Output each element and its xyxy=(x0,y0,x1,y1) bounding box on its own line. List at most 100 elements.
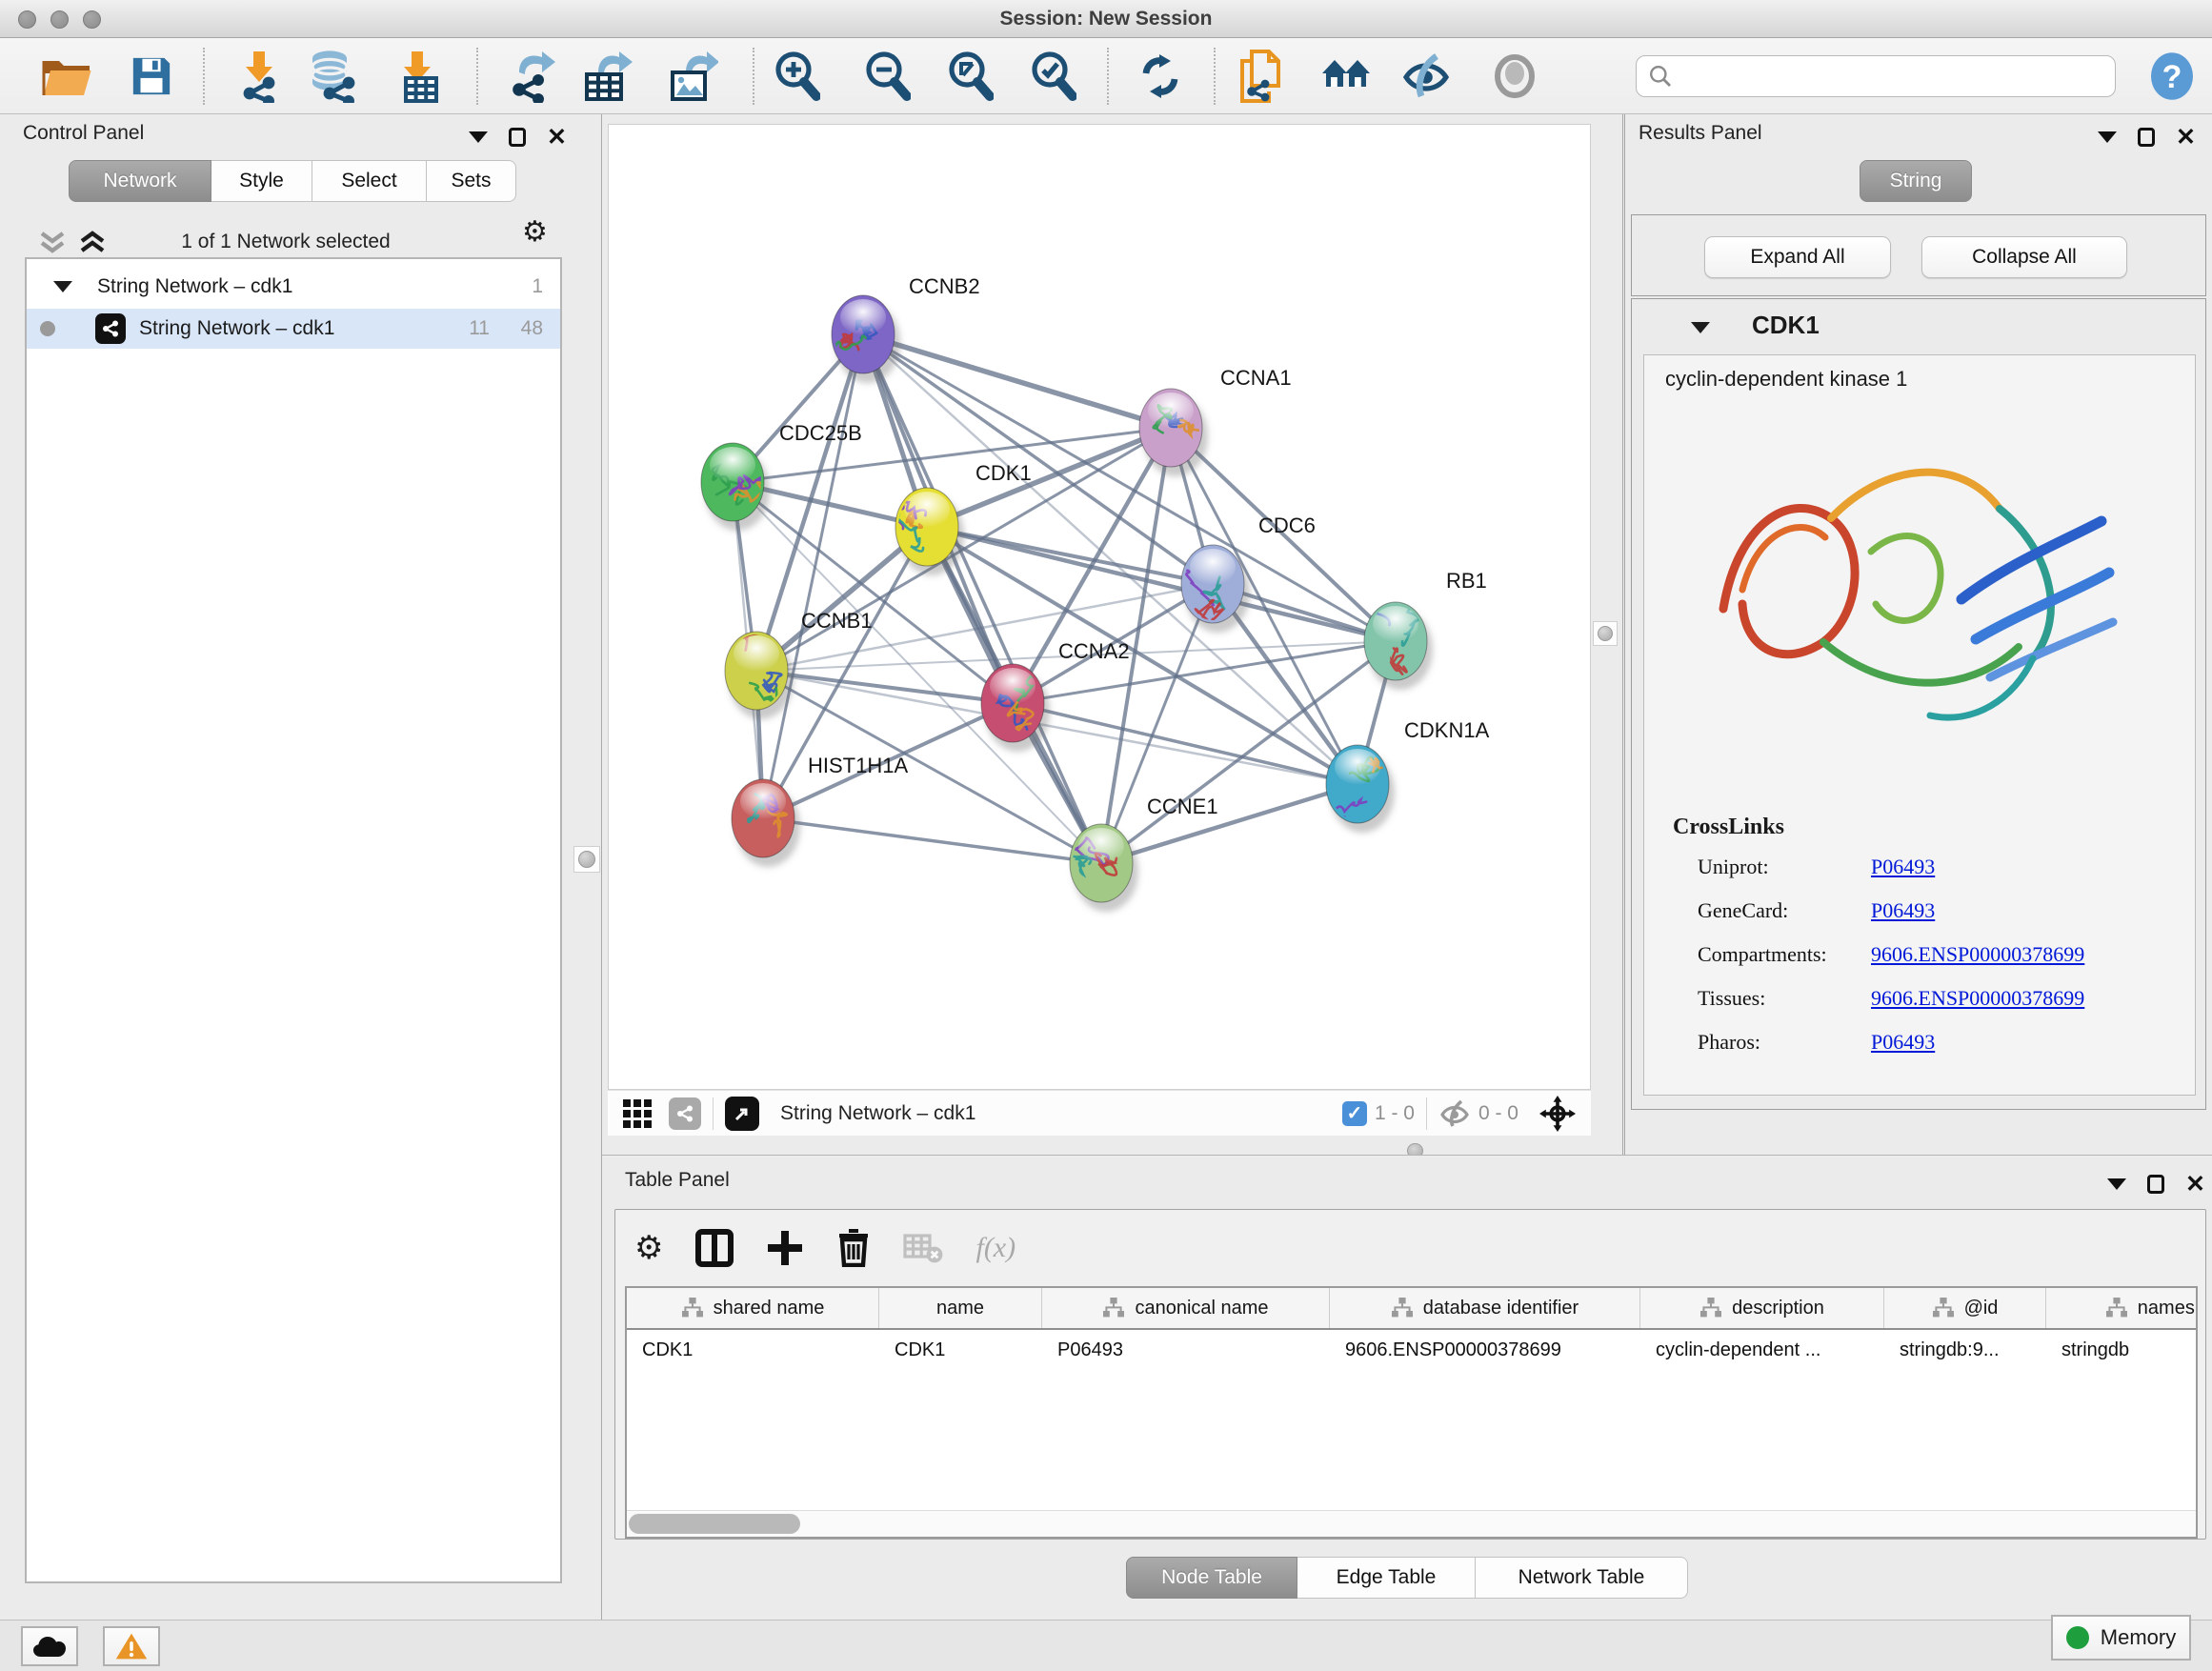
tab-network-table[interactable]: Network Table xyxy=(1476,1557,1688,1599)
open-folder-icon xyxy=(42,55,91,97)
memory-button[interactable]: Memory xyxy=(2051,1615,2191,1661)
hidden-eye-icon xyxy=(1438,1099,1471,1128)
node-ccna1[interactable]: CCNA1 xyxy=(1139,366,1292,476)
collapse-panel-icon[interactable] xyxy=(2107,1178,2126,1190)
close-panel-icon[interactable]: ✕ xyxy=(2176,128,2196,147)
cell-name[interactable]: CDK1 xyxy=(879,1330,1042,1370)
cell-namespace[interactable]: stringdb xyxy=(2046,1330,2198,1370)
zoom-in-button[interactable] xyxy=(768,48,825,105)
export-table-button[interactable] xyxy=(579,48,636,105)
tab-network[interactable]: Network xyxy=(69,160,211,202)
cell-database-identifier[interactable]: 9606.ENSP00000378699 xyxy=(1330,1330,1640,1370)
import-table-button[interactable] xyxy=(389,48,446,105)
zoom-fit-button[interactable] xyxy=(941,48,998,105)
first-neighbors-button[interactable] xyxy=(1317,48,1375,105)
panel-splitter-handle[interactable] xyxy=(1593,621,1618,646)
node-label: RB1 xyxy=(1446,569,1487,593)
network-graph[interactable]: CCNB2CCNA1CDC25BCDK1CDC6RB1CCNB1CCNA2CDK… xyxy=(609,125,1590,1089)
tab-style[interactable]: Style xyxy=(211,160,312,202)
entry-collapse-icon[interactable] xyxy=(1691,322,1710,333)
network-style-icon[interactable] xyxy=(669,1097,701,1130)
export-network-button[interactable] xyxy=(504,48,561,105)
table-row[interactable]: CDK1 CDK1 P06493 9606.ENSP00000378699 cy… xyxy=(627,1330,2196,1370)
panel-splitter-handle[interactable] xyxy=(573,846,600,873)
column-header-shared-name[interactable]: shared name xyxy=(627,1288,879,1328)
edge[interactable] xyxy=(863,334,1396,641)
column-header-description[interactable]: description xyxy=(1640,1288,1884,1328)
app-store-button[interactable] xyxy=(21,1626,78,1666)
tree-expand-icon[interactable] xyxy=(53,281,72,292)
float-panel-icon[interactable] xyxy=(2147,1175,2164,1194)
horizontal-scrollbar[interactable] xyxy=(627,1510,2196,1537)
edge[interactable] xyxy=(863,334,1171,428)
network-collection-label: String Network – cdk1 xyxy=(97,275,292,298)
edge[interactable] xyxy=(1101,784,1357,863)
collapse-panel-icon[interactable] xyxy=(469,131,488,143)
tab-select[interactable]: Select xyxy=(312,160,427,202)
export-image-button[interactable] xyxy=(665,48,722,105)
node-cdkn1a[interactable]: CDKN1A xyxy=(1326,718,1490,833)
copy-network-button[interactable] xyxy=(1232,48,1289,105)
save-session-button[interactable] xyxy=(123,48,180,105)
column-header-canonical-name[interactable]: canonical name xyxy=(1042,1288,1330,1328)
float-panel-icon[interactable] xyxy=(2138,128,2155,147)
help-button[interactable]: ? xyxy=(2143,48,2201,105)
detach-view-icon[interactable] xyxy=(725,1097,759,1131)
edge[interactable] xyxy=(756,671,1013,703)
cell-shared-name[interactable]: CDK1 xyxy=(627,1330,879,1370)
zoom-selected-button[interactable] xyxy=(1024,48,1081,105)
node-count: 11 xyxy=(469,317,490,340)
tab-node-table[interactable]: Node Table xyxy=(1126,1557,1297,1599)
tab-string[interactable]: String xyxy=(1860,160,1972,202)
grid-view-icon[interactable] xyxy=(623,1099,652,1128)
collapse-panel-icon[interactable] xyxy=(2098,131,2117,143)
collapse-all-button[interactable]: Collapse All xyxy=(1921,236,2127,278)
open-session-button[interactable] xyxy=(38,48,95,105)
hide-selected-button[interactable] xyxy=(1398,48,1455,105)
tab-sets[interactable]: Sets xyxy=(427,160,516,202)
edge[interactable] xyxy=(763,818,1101,863)
expand-all-button[interactable]: Expand All xyxy=(1704,236,1891,278)
selected-checkbox-icon[interactable]: ✓ xyxy=(1342,1101,1367,1126)
network-row[interactable]: String Network – cdk1 11 48 xyxy=(27,309,560,349)
import-network-from-database-button[interactable] xyxy=(304,48,361,105)
show-columns-icon[interactable] xyxy=(695,1229,734,1267)
apply-style-refresh-button[interactable] xyxy=(1132,48,1189,105)
search-input[interactable] xyxy=(1673,59,2115,93)
close-panel-icon[interactable]: ✕ xyxy=(2185,1175,2205,1194)
float-panel-icon[interactable] xyxy=(509,128,526,147)
node-rb1[interactable]: RB1 xyxy=(1364,569,1487,690)
column-header-namespace[interactable]: namespace xyxy=(2046,1288,2198,1328)
edge[interactable] xyxy=(863,334,1101,863)
node-ccne1[interactable]: CCNE1 xyxy=(1065,795,1217,912)
network-collection-row[interactable]: String Network – cdk1 1 xyxy=(27,267,560,307)
crosslink-link[interactable]: P06493 xyxy=(1871,1030,1935,1055)
network-canvas[interactable]: CCNB2CCNA1CDC25BCDK1CDC6RB1CCNB1CCNA2CDK… xyxy=(608,124,1591,1090)
node-ccnb2[interactable]: CCNB2 xyxy=(831,274,979,383)
tab-edge-table[interactable]: Edge Table xyxy=(1297,1557,1476,1599)
crosslink-link[interactable]: 9606.ENSP00000378699 xyxy=(1871,942,2084,967)
column-header-name[interactable]: name xyxy=(879,1288,1042,1328)
warnings-button[interactable] xyxy=(103,1626,160,1666)
cell-id[interactable]: stringdb:9... xyxy=(1884,1330,2046,1370)
table-options-gear-icon[interactable]: ⚙ xyxy=(634,1229,663,1267)
crosslink-link[interactable]: 9606.ENSP00000378699 xyxy=(1871,986,2084,1011)
add-column-icon[interactable] xyxy=(766,1229,804,1267)
cell-description[interactable]: cyclin-dependent ... xyxy=(1640,1330,1884,1370)
cell-canonical-name[interactable]: P06493 xyxy=(1042,1330,1330,1370)
crosslink-label: Tissues: xyxy=(1698,986,1765,1010)
crosslink-link[interactable]: P06493 xyxy=(1871,898,1935,923)
close-panel-icon[interactable]: ✕ xyxy=(547,128,567,147)
scrollbar-thumb[interactable] xyxy=(629,1514,800,1534)
network-options-gear-icon[interactable]: ⚙ xyxy=(522,215,548,249)
zoom-out-button[interactable] xyxy=(858,48,915,105)
refresh-icon xyxy=(1136,52,1184,100)
edge[interactable] xyxy=(763,334,863,818)
crosslink-link[interactable]: P06493 xyxy=(1871,855,1935,879)
delete-column-trash-icon[interactable] xyxy=(836,1229,871,1267)
column-header-id[interactable]: @id xyxy=(1884,1288,2046,1328)
import-network-button[interactable] xyxy=(231,48,288,105)
show-all-button[interactable] xyxy=(1486,48,1543,105)
column-header-database-identifier[interactable]: database identifier xyxy=(1330,1288,1640,1328)
birdseye-crosshair-icon[interactable] xyxy=(1539,1096,1576,1132)
